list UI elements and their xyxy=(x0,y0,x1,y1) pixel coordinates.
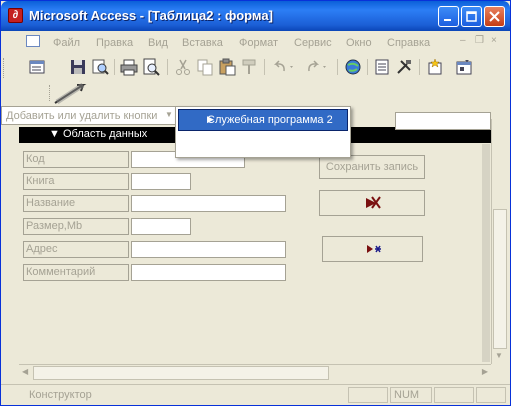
minimize-button[interactable] xyxy=(438,6,459,27)
label-comment[interactable]: Комментарий xyxy=(23,264,129,281)
window-title: Microsoft Access - [Таблица2 : форма] xyxy=(29,8,273,23)
redo-icon[interactable] xyxy=(304,58,330,76)
field-list-icon[interactable] xyxy=(373,58,391,76)
form-document-icon[interactable] xyxy=(26,35,40,47)
field-comment[interactable] xyxy=(131,264,286,281)
menu-bar: Файл Правка Вид Вставка Формат Сервис Ок… xyxy=(1,32,510,54)
customize-submenu: Служебная программа 2 ▶ xyxy=(175,106,351,158)
title-bar[interactable]: ∂ Microsoft Access - [Таблица2 : форма] xyxy=(1,1,510,31)
menu-file[interactable]: Файл xyxy=(53,37,80,49)
scroll-right-icon[interactable]: ▶ xyxy=(482,367,488,376)
undo-icon[interactable] xyxy=(271,58,297,76)
form-design-toolbar xyxy=(1,55,510,81)
section-vertical-scrollbar[interactable] xyxy=(482,144,490,362)
menu-tools[interactable]: Сервис xyxy=(294,37,332,49)
hyperlink-icon[interactable] xyxy=(344,58,362,76)
field-address[interactable] xyxy=(131,241,286,258)
ruler-strip xyxy=(395,112,491,130)
submenu-item-utility-2[interactable]: Служебная программа 2 ▶ xyxy=(178,109,348,131)
doc-close-button[interactable]: × xyxy=(491,35,497,46)
doc-restore-button[interactable]: ❐ xyxy=(475,35,484,46)
paste-icon[interactable] xyxy=(218,58,236,76)
chevron-down-icon: ▼ xyxy=(165,110,173,119)
access-window: ∂ Microsoft Access - [Таблица2 : форма] … xyxy=(0,0,511,406)
mouse-pointer-icon xyxy=(54,82,87,105)
field-title[interactable] xyxy=(131,195,286,212)
toolbar-grip[interactable] xyxy=(49,85,52,101)
cut-icon[interactable] xyxy=(174,58,192,76)
doc-minimize-button[interactable]: – xyxy=(460,35,466,46)
menu-edit[interactable]: Правка xyxy=(96,37,133,49)
format-painter-icon[interactable] xyxy=(240,58,258,76)
toolbar-separator xyxy=(264,59,265,75)
label-address[interactable]: Адрес xyxy=(23,241,129,258)
status-mode: Конструктор xyxy=(29,389,92,401)
form-view-icon[interactable] xyxy=(28,58,46,76)
customize-toolbar-menu[interactable]: Добавить или удалить кнопки ▼ xyxy=(1,106,177,125)
field-book[interactable] xyxy=(131,173,191,190)
toolbar-separator xyxy=(419,59,420,75)
toolbar-separator xyxy=(367,59,368,75)
horizontal-scroll-thumb[interactable] xyxy=(33,366,329,380)
close-button[interactable] xyxy=(484,6,505,27)
close-icon xyxy=(489,11,500,22)
minimize-icon xyxy=(444,19,451,21)
access-key-icon[interactable]: ∂ xyxy=(8,8,23,23)
status-bar: Конструктор NUM xyxy=(1,384,510,405)
label-code[interactable]: Код xyxy=(23,151,129,168)
menu-help[interactable]: Справка xyxy=(387,37,430,49)
add-remove-buttons-item[interactable]: Добавить или удалить кнопки xyxy=(6,110,157,122)
maximize-button[interactable] xyxy=(461,6,482,27)
menu-insert[interactable]: Вставка xyxy=(182,37,223,49)
new-record-button[interactable] xyxy=(322,236,423,262)
print-icon[interactable] xyxy=(120,58,138,76)
save-record-button[interactable]: Сохранить запись xyxy=(319,155,425,179)
scroll-left-icon[interactable]: ◀ xyxy=(22,367,28,376)
field-size[interactable] xyxy=(131,218,191,235)
chevron-right-icon: ▶ xyxy=(207,114,214,124)
menu-format[interactable]: Формат xyxy=(239,37,278,49)
properties-icon[interactable] xyxy=(455,58,473,76)
label-size[interactable]: Размер,Mb xyxy=(23,218,129,235)
print-preview-icon[interactable] xyxy=(142,58,160,76)
toolbar-separator xyxy=(167,59,168,75)
status-cell xyxy=(476,387,506,403)
save-icon[interactable] xyxy=(69,58,87,76)
delete-record-button[interactable] xyxy=(319,190,425,216)
vertical-scrollbar[interactable]: ▼ xyxy=(491,119,507,364)
toolbox-icon[interactable] xyxy=(395,58,413,76)
toolbar-separator xyxy=(114,59,115,75)
toolbar-separator xyxy=(337,59,338,75)
arrow-down-icon: ▼ xyxy=(49,128,60,140)
autoformat-icon[interactable] xyxy=(426,58,444,76)
status-cell xyxy=(348,387,388,403)
scroll-down-icon[interactable]: ▼ xyxy=(495,351,503,360)
maximize-icon xyxy=(466,11,477,22)
status-cell xyxy=(434,387,474,403)
menu-view[interactable]: Вид xyxy=(148,37,168,49)
new-record-icon xyxy=(367,245,381,253)
copy-icon[interactable] xyxy=(196,58,214,76)
label-book[interactable]: Книга xyxy=(23,173,129,190)
horizontal-scrollbar[interactable]: ◀ ▶ xyxy=(19,364,491,381)
menu-window[interactable]: Окно xyxy=(346,37,372,49)
vertical-scroll-thumb[interactable] xyxy=(493,209,507,349)
detail-section-label: ▼ Область данных xyxy=(49,128,148,140)
status-num: NUM xyxy=(390,387,432,403)
toolbar-grip[interactable] xyxy=(3,58,6,78)
search-icon[interactable] xyxy=(91,58,109,76)
delete-record-icon xyxy=(366,196,381,209)
label-title[interactable]: Название xyxy=(23,195,129,212)
